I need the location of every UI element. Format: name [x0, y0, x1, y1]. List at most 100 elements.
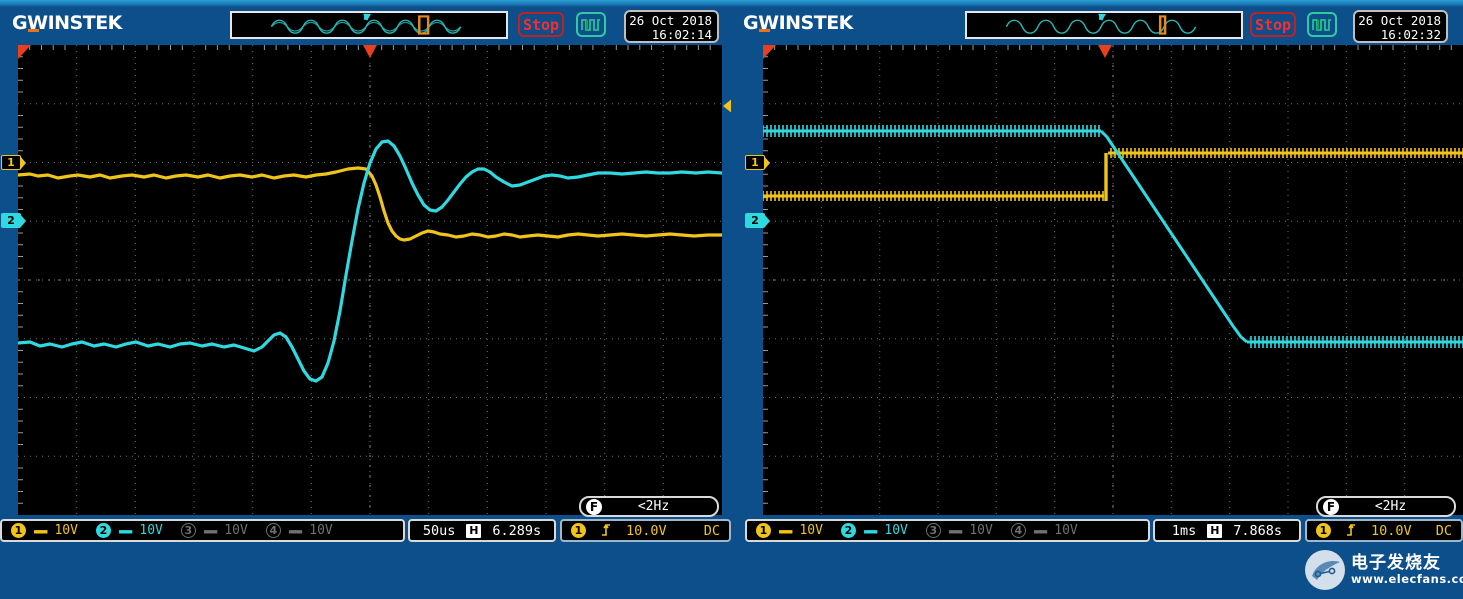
trigger-level-marker-left[interactable]	[723, 98, 731, 114]
waveform-preview-icon-right	[1005, 13, 1197, 35]
frequency-badge-left: F <2Hz	[579, 496, 719, 517]
channel-3-coupling-icon-right: ▬▬	[948, 523, 962, 538]
datetime-display-right: 26 Oct 2018 16:02:32	[1353, 10, 1448, 43]
channel-3-icon: 3	[180, 523, 196, 538]
waveform-preview-icon	[270, 13, 462, 35]
trigger-source-icon-left: 1	[571, 523, 586, 538]
channel-2-setting-left[interactable]: 2 ▬▬ 10V	[87, 523, 172, 538]
waveform-display-left[interactable]	[18, 45, 722, 515]
frequency-value-left: <2Hz	[637, 499, 670, 514]
channel-3-coupling-icon: ▬▬	[203, 523, 217, 538]
channel-3-icon-right: 3	[925, 523, 941, 538]
channel-1-scale-right: 10V	[799, 523, 823, 538]
channel-1-marker-right[interactable]: 1	[745, 155, 770, 170]
channel-2-icon: 2	[95, 523, 111, 538]
channel-3-scale-right: 10V	[969, 523, 993, 538]
memory-depth-icon: H	[466, 523, 482, 538]
channel-2-icon-right: 2	[840, 523, 856, 538]
panel-header-right: GWINSTEK Stop 26 Oct 2018 16:02:32	[731, 5, 1463, 43]
channel-1-setting-left[interactable]: 1 ▬▬ 10V	[2, 523, 87, 538]
channel-4-scale-right: 10V	[1054, 523, 1078, 538]
channel-4-coupling-icon-right: ▬▬	[1033, 523, 1047, 538]
channel-settings-bar-right: 1 ▬▬ 10V 2 ▬▬ 10V 3 ▬▬ 10V 4 ▬▬ 10V	[745, 519, 1150, 542]
pulse-trigger-icon-button-left[interactable]	[576, 12, 606, 37]
rising-edge-icon	[600, 522, 612, 540]
memory-depth-icon-right: H	[1207, 523, 1223, 538]
channel-1-icon-right: 1	[756, 523, 771, 538]
frequency-value-right: <2Hz	[1374, 499, 1407, 514]
waveform-display-right[interactable]	[763, 45, 1463, 515]
time-text-left: 16:02:14	[651, 27, 712, 42]
trigger-level-left: 10.0V	[626, 522, 667, 539]
trigger-settings-bar-right[interactable]: 1 10.0V DC	[1305, 519, 1463, 542]
date-text-right: 26 Oct 2018	[1358, 13, 1441, 28]
channel-1-marker-left[interactable]: 1	[1, 155, 26, 170]
time-text-right: 16:02:32	[1380, 27, 1441, 42]
gwinstek-logo-right: GWINSTEK	[743, 12, 853, 34]
status-bar-right: 1 ▬▬ 10V 2 ▬▬ 10V 3 ▬▬ 10V 4 ▬▬ 10V 1ms …	[731, 519, 1463, 542]
trigger-coupling-left: DC	[703, 522, 720, 539]
channel-4-scale: 10V	[309, 523, 333, 538]
channel-1-setting-right[interactable]: 1 ▬▬ 10V	[747, 523, 832, 538]
trigger-settings-bar-left[interactable]: 1 10.0V DC	[560, 519, 731, 542]
channel-2-scale: 10V	[139, 523, 163, 538]
channel-2-scale-right: 10V	[884, 523, 908, 538]
trigger-position-marker-right	[1098, 45, 1112, 58]
watermark-cn-text: 电子发烧友	[1351, 553, 1441, 574]
pulse-trigger-icon-button-right[interactable]	[1307, 12, 1337, 37]
gwinstek-logo: GWINSTEK	[12, 12, 122, 34]
channel-4-coupling-icon: ▬▬	[288, 523, 302, 538]
trigger-level-right: 10.0V	[1371, 522, 1412, 539]
frequency-icon-right: F	[1323, 498, 1339, 515]
frequency-badge-right: F <2Hz	[1316, 496, 1456, 517]
status-bar-left: 1 ▬▬ 10V 2 ▬▬ 10V 3 ▬▬ 10V 4 ▬▬ 10V 50us…	[0, 519, 731, 542]
scope-panel-left: GWINSTEK Stop 26 Oct 2018 16:02:14 1 2 F…	[0, 0, 731, 545]
channel-2-marker-left[interactable]: 2	[1, 213, 26, 228]
timebase-bar-left[interactable]: 50us H 6.289s	[408, 519, 556, 542]
timebase-bar-right[interactable]: 1ms H 7.868s	[1153, 519, 1301, 542]
channel-1-icon: 1	[11, 523, 26, 538]
channel-3-scale: 10V	[224, 523, 248, 538]
trigger-coupling-right: DC	[1435, 522, 1452, 539]
rising-edge-icon-right	[1345, 522, 1357, 540]
channel-4-icon-right: 4	[1010, 523, 1026, 538]
timebase-scale-left: 50us	[422, 522, 456, 539]
waveform-preview-right[interactable]	[965, 11, 1243, 39]
channel-2-marker-right[interactable]: 2	[745, 213, 770, 228]
channel-1-scale: 10V	[54, 523, 78, 538]
waveform-preview-left[interactable]	[230, 11, 508, 39]
waveform-svg-right	[763, 45, 1463, 515]
channel-2-coupling-icon-right: ▬▬	[863, 523, 877, 538]
channel-4-icon: 4	[265, 523, 281, 538]
trigger-position-marker-left	[363, 45, 377, 58]
oscilloscope-screenshot: GWINSTEK Stop 26 Oct 2018 16:02:14 1 2 F…	[0, 0, 1463, 599]
channel-2-coupling-icon: ▬▬	[118, 523, 132, 538]
datetime-display-left: 26 Oct 2018 16:02:14	[624, 10, 719, 43]
frequency-icon: F	[586, 498, 602, 515]
elecfans-logo-icon	[1305, 550, 1345, 590]
ch1-trace-left	[18, 166, 722, 242]
run-stop-button-left[interactable]: Stop	[518, 12, 564, 37]
waveform-svg-left	[18, 45, 722, 515]
channel-2-setting-right[interactable]: 2 ▬▬ 10V	[832, 523, 917, 538]
pulse-trigger-icon	[581, 19, 600, 31]
circuit-swoosh-icon	[1312, 560, 1340, 580]
channel-3-setting-left[interactable]: 3 ▬▬ 10V	[172, 523, 257, 538]
channel-4-setting-left[interactable]: 4 ▬▬ 10V	[257, 523, 342, 538]
graticule-right	[763, 45, 1463, 515]
channel-4-setting-right[interactable]: 4 ▬▬ 10V	[1002, 523, 1087, 538]
timebase-scale-right: 1ms	[1171, 522, 1197, 539]
watermark-url-text: www.elecfans.com	[1351, 571, 1463, 586]
record-length-left: 6.289s	[492, 522, 542, 539]
run-stop-button-right[interactable]: Stop	[1250, 12, 1296, 37]
trigger-source-icon-right: 1	[1316, 523, 1331, 538]
record-length-right: 7.868s	[1233, 522, 1283, 539]
graticule-left	[18, 45, 731, 515]
pulse-trigger-icon-right	[1312, 19, 1331, 31]
channel-1-coupling-icon-right: ▬▬	[779, 523, 792, 538]
channel-1-coupling-icon: ▬▬	[34, 523, 47, 538]
channel-3-setting-right[interactable]: 3 ▬▬ 10V	[917, 523, 1002, 538]
watermark: 电子发烧友 www.elecfans.com	[1305, 547, 1463, 593]
date-text-left: 26 Oct 2018	[629, 13, 712, 28]
panel-header-left: GWINSTEK Stop 26 Oct 2018 16:02:14	[0, 5, 731, 43]
